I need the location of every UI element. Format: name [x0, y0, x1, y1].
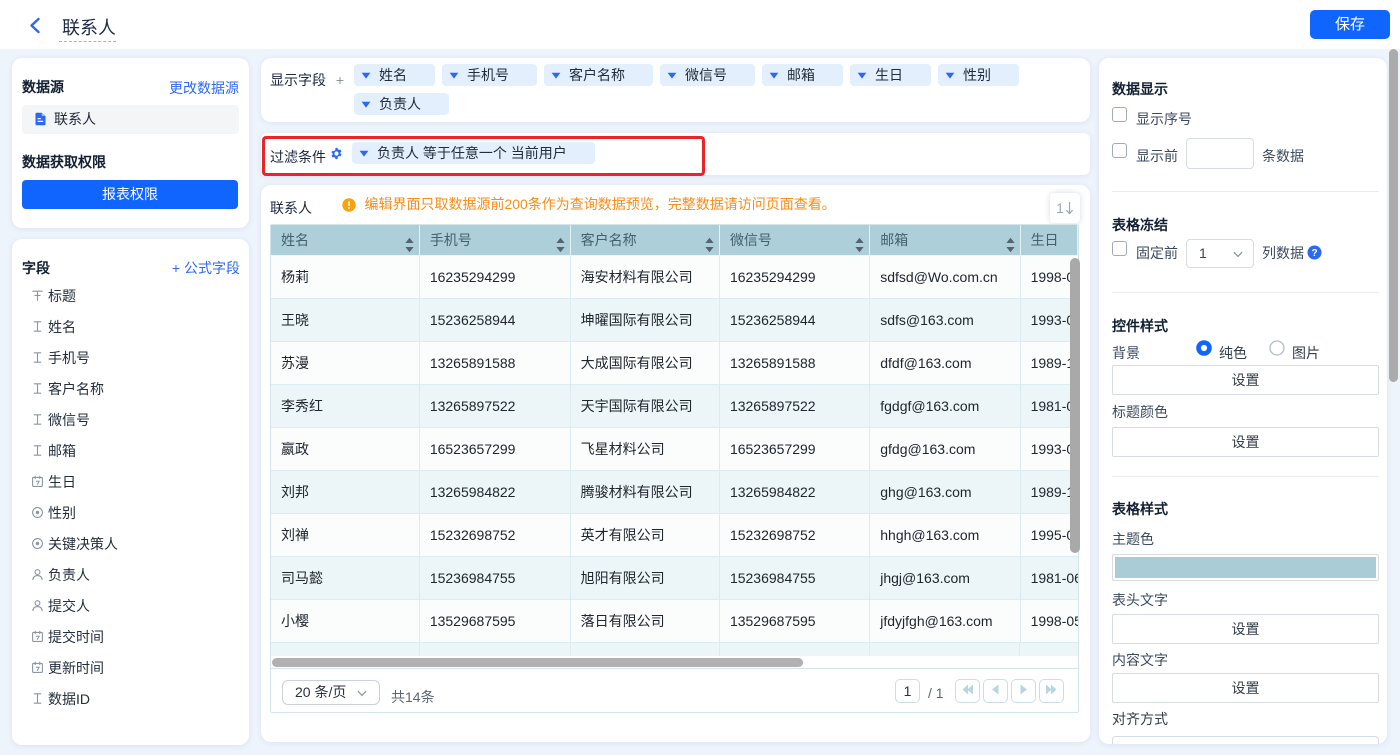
svg-text:?: ? [1311, 248, 1317, 259]
